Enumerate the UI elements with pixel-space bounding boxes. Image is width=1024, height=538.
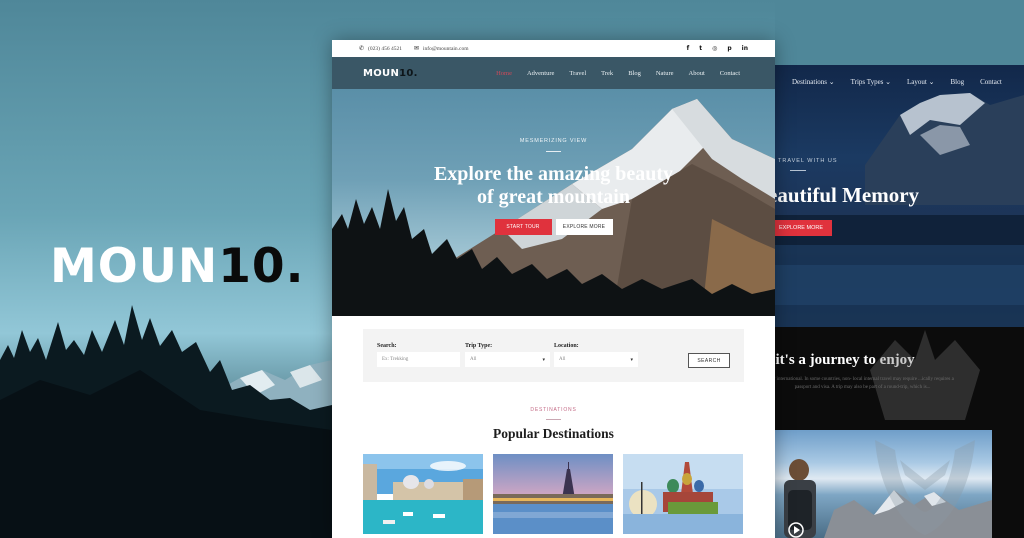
trip-type-label: Trip Type: [465, 343, 493, 349]
brand-logo-part1: MOUN [50, 239, 219, 294]
facebook-icon[interactable]: f [687, 45, 690, 52]
nav-adventure[interactable]: Adventure [527, 70, 554, 77]
brand-logo-large: MOUN10. [50, 243, 305, 290]
destinations-header: DESTINATIONS Popular Destinations [332, 382, 775, 442]
dark-theme-preview: Destinations ⌄ Trips Types ⌄ Layout ⌄ Bl… [770, 65, 1024, 538]
instagram-icon[interactable]: ◎ [712, 45, 717, 52]
journey-heading: , it's a journey to enjoy [770, 352, 915, 368]
search-button[interactable]: SEARCH [688, 353, 730, 368]
hero-buttons: START TOUR EXPLORE MORE [332, 219, 775, 235]
divider [546, 151, 561, 152]
trip-type-field: Trip Type: All ▾ [465, 343, 550, 367]
hero-title-line1: Explore the amazing beauty [433, 163, 674, 185]
journey-paragraph: or international. In some countries, non… [771, 377, 954, 390]
nav-blog[interactable]: Blog [628, 70, 641, 77]
search-label: Search: [377, 343, 397, 349]
phone-number[interactable]: (023) 456 4521 [368, 46, 402, 52]
trip-type-select[interactable]: All ▾ [465, 352, 550, 367]
trip-type-value: All [470, 357, 477, 362]
destinations-title: Popular Destinations [493, 426, 614, 441]
destination-cards [332, 442, 775, 534]
dark-nav-destinations[interactable]: Destinations ⌄ [792, 78, 835, 86]
location-field: Location: All ▾ [554, 343, 638, 367]
dark-hero-title: eautiful Memory [770, 183, 920, 207]
site-logo-part2: 10. [399, 67, 418, 79]
hero-title-line2: of great mountain [477, 186, 630, 208]
location-select[interactable]: All ▾ [554, 352, 638, 367]
search-input[interactable]: Ex: Trekking [377, 352, 460, 367]
main-navbar: MOUN10. Home Adventure Travel Trek Blog … [332, 57, 775, 89]
destinations-eyebrow: DESTINATIONS [530, 407, 577, 413]
linkedin-icon[interactable]: in [742, 45, 748, 52]
main-menu: Home Adventure Travel Trek Blog Nature A… [496, 70, 740, 77]
pinterest-icon[interactable]: p [727, 45, 731, 52]
start-tour-button[interactable]: START TOUR [494, 219, 552, 235]
moscow-image [623, 454, 743, 534]
brand-logo-part2: 10. [218, 239, 305, 294]
phone-contact: ✆ (023) 456 4521 [359, 45, 402, 53]
chevron-down-icon: ▾ [630, 357, 633, 363]
dark-nav-menu: Destinations ⌄ Trips Types ⌄ Layout ⌄ Bl… [792, 78, 1002, 86]
search-placeholder: Ex: Trekking [382, 357, 409, 362]
nav-travel[interactable]: Travel [569, 70, 586, 77]
dark-nav-contact[interactable]: Contact [980, 78, 1002, 86]
nav-nature[interactable]: Nature [656, 70, 674, 77]
hero-section: MESMERIZING VIEW Explore the amazing bea… [332, 89, 775, 316]
top-contact-bar: ✆ (023) 456 4521 ✉ info@mountain.com f t… [332, 40, 775, 57]
envelope-icon: ✉ [413, 46, 419, 52]
nav-home[interactable]: Home [496, 70, 512, 77]
location-label: Location: [554, 343, 579, 349]
phone-icon: ✆ [359, 46, 365, 52]
nav-contact[interactable]: Contact [720, 70, 740, 77]
paris-image [493, 454, 613, 534]
social-links: f t ◎ p in [687, 45, 748, 52]
main-theme-preview: ✆ (023) 456 4521 ✉ info@mountain.com f t… [332, 40, 775, 538]
site-logo-part1: MOUN [363, 67, 400, 79]
explore-more-button[interactable]: EXPLORE MORE [555, 219, 613, 235]
hiker-mountain-image [784, 459, 992, 538]
email-address[interactable]: info@mountain.com [423, 46, 469, 52]
email-contact: ✉ info@mountain.com [413, 45, 469, 53]
destination-card-venice[interactable] [363, 454, 483, 534]
nav-trek[interactable]: Trek [601, 70, 613, 77]
location-value: All [559, 357, 566, 362]
twitter-icon[interactable]: t [699, 45, 702, 52]
site-logo[interactable]: MOUN10. [363, 68, 418, 79]
nav-about[interactable]: About [689, 70, 705, 77]
divider [790, 170, 806, 171]
trip-search-section: Search: Ex: Trekking Trip Type: All ▾ Lo… [332, 316, 775, 382]
hiker-video-thumbnail[interactable] [774, 430, 992, 538]
search-field: Search: Ex: Trekking [377, 343, 460, 367]
dark-hero: Destinations ⌄ Trips Types ⌄ Layout ⌄ Bl… [770, 65, 1024, 327]
dark-nav-trip-types[interactable]: Trips Types ⌄ [851, 78, 891, 86]
dark-nav-layout[interactable]: Layout ⌄ [907, 78, 934, 86]
dark-nav-blog[interactable]: Blog [950, 78, 964, 86]
destination-card-paris[interactable] [493, 454, 613, 534]
chevron-down-icon: ▾ [542, 357, 545, 363]
divider [546, 419, 561, 420]
destination-card-moscow[interactable] [623, 454, 743, 534]
hero-title: Explore the amazing beauty of great moun… [332, 163, 775, 209]
dark-hero-eyebrow: TRAVEL WITH US [778, 158, 838, 164]
venice-image [363, 454, 483, 534]
trip-search-form: Search: Ex: Trekking Trip Type: All ▾ Lo… [363, 329, 744, 382]
hero-eyebrow: MESMERIZING VIEW [519, 138, 588, 144]
dark-explore-more-button[interactable]: EXPLORE MORE [770, 220, 832, 236]
